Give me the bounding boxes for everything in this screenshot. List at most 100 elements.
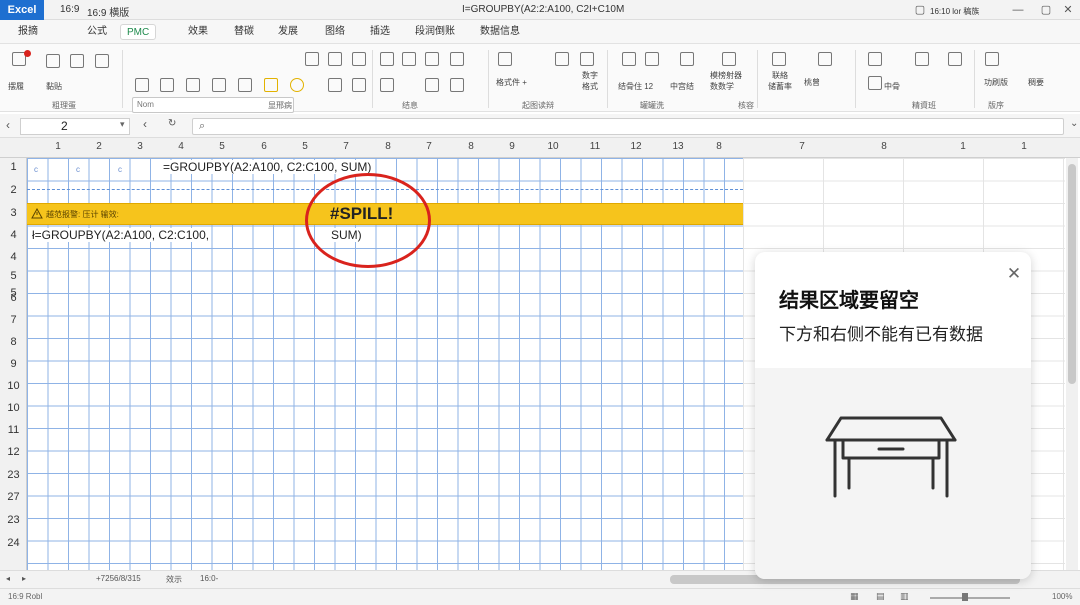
orientation-icon[interactable] xyxy=(450,78,464,92)
formula-cell-row4[interactable]: ł=GROUPBY(A2:A100, C2:C100, xyxy=(30,228,212,242)
shield-icon[interactable] xyxy=(915,52,929,66)
column-header[interactable]: 7 xyxy=(414,141,444,152)
app-name[interactable]: Excel xyxy=(0,0,44,20)
bold-icon[interactable] xyxy=(135,78,149,92)
ribbon-label[interactable]: 中宫结 xyxy=(670,81,694,92)
lock-icon[interactable] xyxy=(722,52,736,66)
chevron-down-icon[interactable]: ▾ xyxy=(120,119,125,130)
ribbon-label[interactable]: 功刷版 xyxy=(984,77,1008,88)
name-box[interactable]: 2 xyxy=(20,118,130,135)
indent-icon[interactable] xyxy=(380,78,394,92)
sheet-tab[interactable]: 效示 xyxy=(166,574,182,585)
tab-6[interactable]: 发展 xyxy=(278,24,298,40)
tab-2[interactable]: 公式 xyxy=(87,24,107,40)
chevron-left-icon[interactable]: ‹ xyxy=(6,118,10,132)
tab-10[interactable]: 数据信息 xyxy=(480,24,520,40)
column-header[interactable]: 3 xyxy=(125,141,155,152)
back-icon[interactable]: ‹ xyxy=(143,117,147,131)
people-icon[interactable] xyxy=(680,52,694,66)
tab-8[interactable]: 插选 xyxy=(370,24,390,40)
formula-input[interactable]: ⌕ xyxy=(192,118,1064,135)
ribbon-label[interactable]: 数字 xyxy=(582,70,598,81)
column-header[interactable]: 7 xyxy=(787,141,817,152)
row-header[interactable]: 2 xyxy=(0,184,27,196)
sheet-nav-right-icon[interactable]: ▸ xyxy=(22,574,26,583)
square-icon[interactable] xyxy=(352,78,366,92)
column-header[interactable]: 8 xyxy=(869,141,899,152)
circle-shape-icon[interactable] xyxy=(290,78,304,92)
row-header[interactable]: 1 xyxy=(0,161,27,173)
close-icon[interactable]: ✕ xyxy=(1060,2,1076,18)
column-header[interactable]: 12 xyxy=(621,141,651,152)
row-header[interactable]: 10 xyxy=(0,402,27,414)
align-top-icon[interactable] xyxy=(305,52,319,66)
ribbon-label[interactable]: 稠要 xyxy=(1028,77,1044,88)
zoom-slider-thumb[interactable] xyxy=(962,593,968,601)
column-header[interactable]: 9 xyxy=(497,141,527,152)
ribbon-label[interactable]: 结骨住 12 xyxy=(618,81,653,92)
tab-9[interactable]: 段润倒账 xyxy=(415,24,455,40)
ribbon-label[interactable]: 联絡 xyxy=(772,70,788,81)
expand-icon[interactable]: ⌄ xyxy=(1070,118,1078,129)
column-header[interactable]: 13 xyxy=(663,141,693,152)
ribbon-label[interactable]: 摆履 xyxy=(8,81,24,92)
row-header[interactable]: 24 xyxy=(0,537,27,549)
ribbon-label[interactable]: 中骨 xyxy=(884,81,900,92)
tab-4[interactable]: 效果 xyxy=(188,24,208,40)
hexagon-icon[interactable] xyxy=(328,78,342,92)
column-header[interactable]: 6 xyxy=(249,141,279,152)
ribbon-label[interactable]: 数数学 xyxy=(710,81,734,92)
row-header[interactable]: 27 xyxy=(0,491,27,503)
add-icon[interactable] xyxy=(328,52,342,66)
close-icon[interactable]: ✕ xyxy=(1004,264,1024,284)
number-format-icon[interactable] xyxy=(498,52,512,66)
sheet-nav-left-icon[interactable]: ◂ xyxy=(6,574,10,583)
merge-icon[interactable] xyxy=(450,52,464,66)
fill-color-icon[interactable] xyxy=(238,78,252,92)
column-header[interactable]: 1 xyxy=(43,141,73,152)
ribbon-label[interactable]: 储蓄率 xyxy=(768,81,792,92)
maximize-icon[interactable]: ▢ xyxy=(1038,2,1054,18)
column-header[interactable]: 7 xyxy=(331,141,361,152)
print-icon[interactable] xyxy=(985,52,999,66)
column-header[interactable]: 4 xyxy=(166,141,196,152)
minimize-icon[interactable]: — xyxy=(1010,2,1026,18)
row-header[interactable]: 6 xyxy=(0,292,27,304)
align-left-icon[interactable] xyxy=(380,52,394,66)
column-header[interactable]: 5 xyxy=(290,141,320,152)
row-header[interactable]: 5 xyxy=(0,270,27,282)
ribbon-label[interactable]: 桃曾 xyxy=(804,77,820,88)
align-center-icon[interactable] xyxy=(402,52,416,66)
tab-1[interactable]: 报摘 xyxy=(18,24,38,40)
border-icon[interactable] xyxy=(212,78,226,92)
page-break-icon[interactable]: ▥ xyxy=(900,591,909,602)
zoom-slider[interactable] xyxy=(930,597,1010,599)
column-header[interactable]: 2 xyxy=(84,141,114,152)
ribbon-label[interactable]: 格式 xyxy=(582,81,598,92)
cell-style-icon[interactable] xyxy=(580,52,594,66)
align-right-icon[interactable] xyxy=(425,52,439,66)
refresh-icon[interactable]: ↻ xyxy=(168,118,176,129)
sheet-tab[interactable]: +7256/8/315 xyxy=(96,574,141,583)
link-icon[interactable] xyxy=(772,52,786,66)
row-header[interactable]: 7 xyxy=(0,314,27,326)
page-layout-icon[interactable]: ▤ xyxy=(876,591,885,602)
column-header[interactable]: 1 xyxy=(948,141,978,152)
row-header[interactable]: 10 xyxy=(0,380,27,392)
row-header[interactable]: 3 xyxy=(0,207,27,219)
restore-icon[interactable]: ▢ xyxy=(912,2,928,18)
tab-5[interactable]: 替碳 xyxy=(234,24,254,40)
wrap-icon[interactable] xyxy=(425,78,439,92)
underline-icon[interactable] xyxy=(186,78,200,92)
column-header[interactable]: 8 xyxy=(456,141,486,152)
column-header[interactable]: 5 xyxy=(207,141,237,152)
folder-icon[interactable] xyxy=(868,76,882,90)
grid-icon[interactable] xyxy=(352,52,366,66)
insert-icon[interactable] xyxy=(622,52,636,66)
screen-icon[interactable] xyxy=(948,52,962,66)
copy-icon[interactable] xyxy=(95,54,109,68)
highlight-icon[interactable] xyxy=(264,78,278,92)
column-header[interactable]: 1 xyxy=(1009,141,1039,152)
row-header[interactable]: 4 xyxy=(0,251,27,263)
row-header[interactable]: 12 xyxy=(0,446,27,458)
